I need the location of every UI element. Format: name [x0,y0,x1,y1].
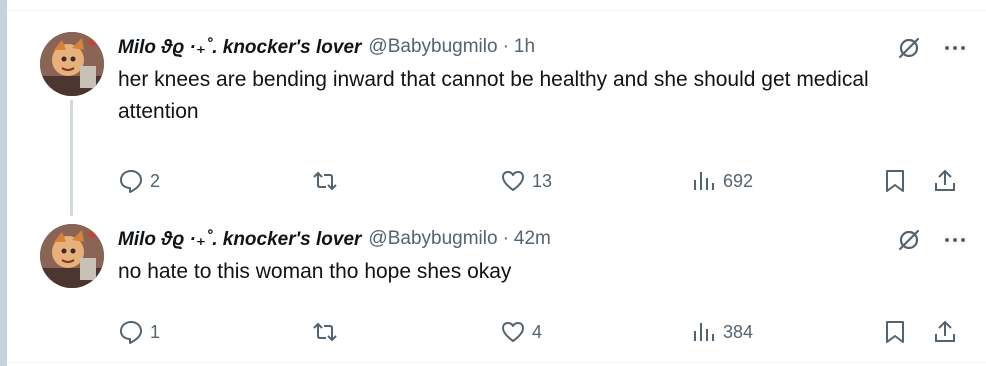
reply-count: 2 [150,170,161,191]
tweet-text: her knees are bending inward that cannot… [118,68,869,123]
header-actions [896,227,968,253]
like-count: 4 [532,321,543,342]
reply-icon [120,321,142,344]
tweet[interactable]: Milo ϑϱ ·₊˚. knocker's lover @Babybugmil… [7,11,986,201]
views-button[interactable]: 692 [691,168,753,194]
separator-dot: · [502,228,509,249]
like-button[interactable]: 13 [500,168,552,194]
share-icon [935,169,955,191]
like-icon [502,171,524,191]
avatar-image [40,32,104,96]
display-name[interactable]: Milo ϑϱ ·₊˚. knocker's lover [118,36,361,59]
views-icon [694,172,714,190]
share-icon [935,320,955,342]
views-count: 692 [723,170,754,191]
avatar-image [40,224,104,288]
views-button[interactable]: 384 [691,319,753,345]
retweet-icon [313,171,337,191]
bookmark-button[interactable] [882,319,908,345]
grok-icon[interactable] [896,35,922,61]
tweet-header: Milo ϑϱ ·₊˚. knocker's lover @Babybugmil… [118,227,968,251]
tweet-text: no hate to this woman tho hope shes okay [118,260,512,283]
share-button[interactable] [932,168,958,194]
left-rail [0,0,7,366]
reply-button[interactable]: 1 [118,319,160,345]
tweet-content: Milo ϑϱ ·₊˚. knocker's lover @Babybugmil… [118,35,968,193]
tweet-header: Milo ϑϱ ·₊˚. knocker's lover @Babybugmil… [118,35,968,59]
reply-button[interactable]: 2 [118,168,160,194]
reply-icon [120,170,142,193]
reply-count: 1 [150,321,161,342]
bookmark-button[interactable] [882,168,908,194]
more-icon[interactable] [942,227,968,253]
timestamp[interactable]: 1h [514,36,535,58]
retweet-button[interactable] [312,168,344,194]
tweet[interactable]: Milo ϑϱ ·₊˚. knocker's lover @Babybugmil… [7,212,986,362]
retweet-icon [313,322,337,342]
views-count: 384 [723,321,754,342]
display-name[interactable]: Milo ϑϱ ·₊˚. knocker's lover [118,228,361,251]
share-button[interactable] [932,319,958,345]
action-bar: 1 4 384 [118,319,968,345]
timestamp[interactable]: 42m [514,228,551,250]
avatar[interactable] [40,224,104,288]
header-actions [896,35,968,61]
bottom-divider [7,362,986,363]
bookmark-icon [886,170,904,192]
grok-icon[interactable] [896,227,922,253]
handle[interactable]: @Babybugmilo [368,228,497,250]
views-icon [694,323,714,341]
like-button[interactable]: 4 [500,319,542,345]
bookmark-icon [886,321,904,343]
separator-dot: · [502,36,509,57]
like-icon [502,322,524,342]
like-count: 13 [532,170,553,191]
action-bar: 2 13 692 [118,168,968,194]
retweet-button[interactable] [312,319,344,345]
handle[interactable]: @Babybugmilo [368,36,497,58]
tweet-content: Milo ϑϱ ·₊˚. knocker's lover @Babybugmil… [118,227,968,344]
more-icon[interactable] [942,35,968,61]
avatar[interactable] [40,32,104,96]
